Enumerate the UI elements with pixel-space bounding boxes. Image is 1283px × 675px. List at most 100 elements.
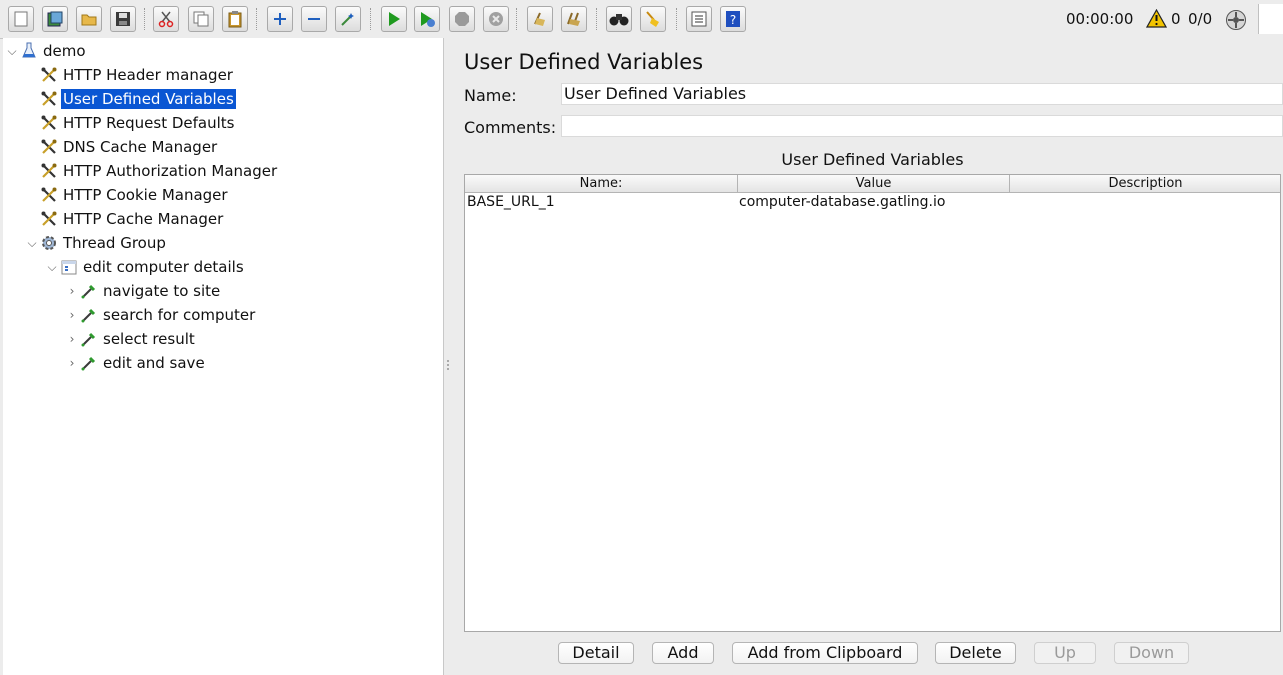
wrench-icon [39,113,59,133]
open-button[interactable] [76,6,102,32]
start-button[interactable] [381,6,407,32]
tree-node-label: select result [103,330,195,348]
tree-node-sampler[interactable]: › edit and save [65,352,207,374]
column-header-name[interactable]: Name: [465,175,738,192]
tree-node-label: User Defined Variables [61,89,236,109]
tree-node-config[interactable]: HTTP Cache Manager [39,208,225,230]
tree-node-label: HTTP Header manager [63,66,233,84]
svg-text:?: ? [730,13,736,27]
name-field[interactable]: User Defined Variables [561,83,1283,105]
tree-node-config[interactable]: HTTP Header manager [39,64,235,86]
search-button[interactable] [606,6,632,32]
minus-icon [308,18,320,20]
broom-icon [646,11,659,27]
tree-node-label: demo [43,42,86,60]
tree-node-root[interactable]: ⌵ demo [5,40,88,62]
toolbar: ? 00:00:00 0 0/0 [0,0,1283,39]
templates-icon [47,11,63,27]
tree-node-config[interactable]: HTTP Request Defaults [39,112,236,134]
tree-node-thread-group[interactable]: ⌵ Thread Group [25,232,168,254]
clipboard-icon [228,11,242,28]
tree-node-label: navigate to site [103,282,221,300]
comments-label: Comments: [464,118,557,137]
variables-table[interactable]: Name: Value Description BASE_URL_1 compu… [464,174,1281,632]
tree-node-label: edit and save [103,354,205,372]
paste-button[interactable] [222,6,248,32]
detail-button[interactable]: Detail [558,642,634,664]
config-panel: User Defined Variables Name: User Define… [452,38,1283,675]
panel-title: User Defined Variables [464,50,704,74]
wrench-icon [39,161,59,181]
pipette-icon [79,305,99,325]
tree-node-config[interactable]: User Defined Variables [39,88,236,110]
tree-node-label: HTTP Cookie Manager [63,186,228,204]
plus-icon [274,13,286,25]
collapse-all-button[interactable] [301,6,327,32]
down-button[interactable]: Down [1114,642,1189,664]
remote-status-icon[interactable] [1225,9,1247,35]
function-helper-button[interactable] [686,6,712,32]
help-button[interactable]: ? [720,6,746,32]
toolbar-separator [370,8,372,30]
toggle-button[interactable] [335,6,361,32]
save-button[interactable] [110,6,136,32]
clear-button[interactable] [527,6,553,32]
test-plan-tree[interactable]: ⌵ demo HTTP Header manager User Defined V… [3,38,444,675]
pipette-icon [79,329,99,349]
templates-button[interactable] [42,6,68,32]
copy-button[interactable] [188,6,214,32]
add-button[interactable]: Add [652,642,714,664]
copy-icon [193,11,209,27]
shutdown-button[interactable] [483,6,509,32]
play-timer-icon [421,12,435,27]
new-button[interactable] [8,6,34,32]
scissors-icon [158,11,174,28]
cell-value[interactable]: computer-database.gatling.io [737,193,945,211]
stop-button[interactable] [449,6,475,32]
pipette-icon [79,353,99,373]
list-icon [691,11,707,27]
reset-search-button[interactable] [640,6,666,32]
start-no-pauses-button[interactable] [414,6,440,32]
tree-node-config[interactable]: HTTP Cookie Manager [39,184,230,206]
tree-node-config[interactable]: HTTP Authorization Manager [39,160,279,182]
column-header-description[interactable]: Description [1010,175,1281,192]
play-icon [389,12,400,26]
tree-node-sampler[interactable]: › search for computer [65,304,257,326]
wrench-icon [39,65,59,85]
pipette-icon [79,281,99,301]
chevron-down-icon[interactable]: ⌵ [25,236,39,251]
chevron-right-icon[interactable]: › [65,332,79,346]
expand-all-button[interactable] [267,6,293,32]
tree-node-label: HTTP Request Defaults [63,114,235,132]
chevron-right-icon[interactable]: › [65,284,79,298]
delete-button[interactable]: Delete [935,642,1016,664]
chevron-right-icon[interactable]: › [65,308,79,322]
tree-node-label: search for computer [103,306,256,324]
tree-node-label: DNS Cache Manager [63,138,218,156]
chevron-right-icon[interactable]: › [65,356,79,370]
cut-button[interactable] [153,6,179,32]
name-label: Name: [464,86,517,105]
help-icon: ? [726,11,740,27]
tree-node-sampler[interactable]: › select result [65,328,197,350]
comments-field[interactable] [561,115,1283,137]
add-from-clipboard-button[interactable]: Add from Clipboard [732,642,918,664]
gear-icon [39,233,59,253]
split-divider[interactable] [444,38,452,675]
chevron-down-icon[interactable]: ⌵ [5,44,19,59]
chevron-down-icon[interactable]: ⌵ [45,260,59,275]
tree-node-controller[interactable]: ⌵ edit computer details [45,256,246,278]
column-header-value[interactable]: Value [738,175,1010,192]
toolbar-separator [596,8,598,30]
clear-all-button[interactable] [561,6,587,32]
tree-node-sampler[interactable]: › navigate to site [65,280,222,302]
wrench-icon [39,89,59,109]
divider-grip[interactable] [447,360,451,370]
open-folder-icon [81,14,97,26]
cell-name[interactable]: BASE_URL_1 [465,193,555,211]
tree-node-label: HTTP Authorization Manager [63,162,278,180]
new-document-icon [14,11,28,27]
up-button[interactable]: Up [1034,642,1096,664]
tree-node-config[interactable]: DNS Cache Manager [39,136,219,158]
